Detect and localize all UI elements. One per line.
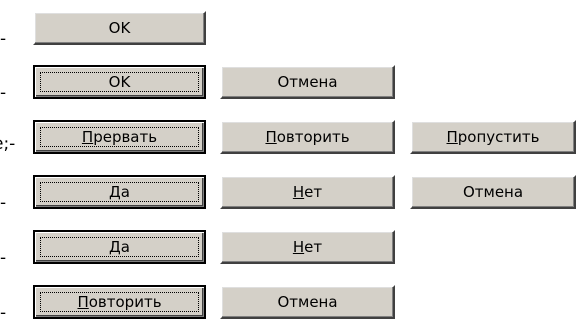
yes-button[interactable]: Да [33,175,206,209]
row-prefix: - [0,83,7,103]
dialog-buttons-retry-cancel: - Повторить Отмена [0,285,576,323]
button-label: Нет [293,238,322,256]
no-button[interactable]: Нет [220,175,395,209]
yes-button[interactable]: Да [33,230,206,264]
cancel-button[interactable]: Отмена [220,65,395,99]
no-button[interactable]: Нет [220,230,395,264]
retry-button[interactable]: Повторить [220,120,395,154]
button-label: OK [108,73,131,91]
row-prefix: - [0,193,7,213]
button-label: Отмена [277,293,338,311]
button-label: Повторить [265,128,349,146]
dialog-buttons-yes-no-cancel: - Да Нет Отмена [0,175,576,213]
abort-button[interactable]: Прервать [33,120,206,154]
button-label: Отмена [277,73,338,91]
label-rest: а [120,183,130,201]
accelerator-key: П [446,128,458,146]
label-rest: ет [304,183,323,201]
button-label: Да [109,238,130,256]
ok-button[interactable]: OK [33,11,206,45]
row-prefix: - [0,248,7,268]
button-label: Прервать [82,128,157,146]
label-rest: ет [304,238,323,256]
accelerator-key: Н [292,183,305,201]
button-label: Нет [293,183,322,201]
accelerator-key: П [77,293,89,311]
accelerator-key: П [265,128,277,146]
ignore-button[interactable]: Пропустить [410,120,576,154]
row-prefix: - [0,303,7,323]
dialog-buttons-abort-retry-ignore: е;- Прервать Повторить Пропустить [0,120,576,154]
button-label: Отмена [462,183,524,201]
row-prefix: е;- [0,134,16,154]
button-label: Да [109,183,130,201]
retry-button[interactable]: Повторить [33,285,206,319]
button-label: OK [108,19,131,37]
cancel-button[interactable]: Отмена [220,285,395,319]
cancel-button[interactable]: Отмена [410,175,576,209]
button-label: Пропустить [447,128,540,146]
accelerator-key: Д [109,183,121,201]
label-rest: а [120,238,130,256]
dialog-buttons-ok: - OK [0,11,576,49]
dialog-buttons-yes-no: - Да Нет [0,230,576,268]
row-prefix: - [0,29,7,49]
dialog-buttons-ok-cancel: - OK Отмена [0,65,576,103]
accelerator-key: Н [292,238,305,256]
button-label: Повторить [77,293,161,311]
ok-button[interactable]: OK [33,65,206,99]
label-rest: рервать [93,128,158,146]
label-rest: овторить [88,293,162,311]
label-rest: ропустить [457,128,540,146]
accelerator-key: П [81,128,94,146]
label-rest: овторить [276,128,350,146]
accelerator-key: Д [109,238,121,256]
